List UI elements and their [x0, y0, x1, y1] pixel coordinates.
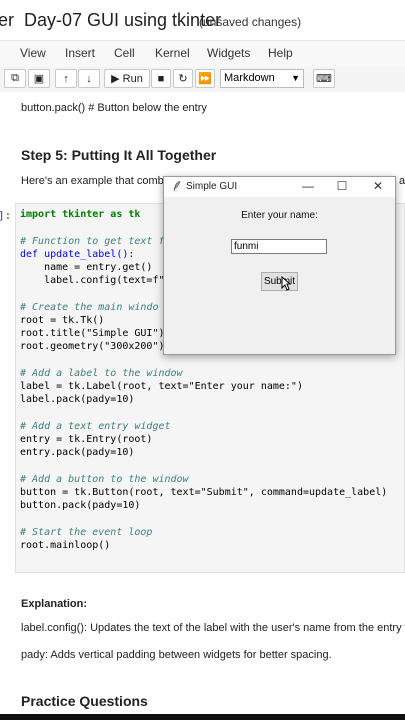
- save-status: (unsaved changes): [199, 15, 302, 29]
- cell-prompt: ]:: [0, 209, 12, 222]
- code-line: root.mainloop(): [20, 540, 111, 551]
- intro-text-tail: a: [399, 175, 405, 187]
- code-comment: # Add a label to the window: [20, 368, 183, 379]
- menu-insert[interactable]: Insert: [65, 46, 95, 60]
- menu-kernel[interactable]: Kernel: [155, 46, 190, 60]
- restart-icon[interactable]: ↻: [173, 69, 193, 88]
- fast-forward-icon[interactable]: ⏩: [195, 69, 215, 88]
- tk-name-entry[interactable]: funmi: [231, 239, 327, 254]
- explanation-heading: Explanation:: [21, 598, 88, 610]
- tk-submit-button[interactable]: Submit: [261, 272, 298, 291]
- explanation-item: pady: Adds vertical padding between widg…: [21, 649, 332, 661]
- code-line: entry = tk.Entry(root): [20, 434, 153, 445]
- bottom-edge: [0, 714, 405, 720]
- markdown-line: button.pack() # Button below the entry: [21, 102, 207, 114]
- minimize-icon[interactable]: —: [300, 179, 316, 193]
- close-icon[interactable]: ✕: [370, 179, 386, 193]
- code-line: root.title("Simple GUI"): [20, 328, 165, 339]
- mouse-cursor-icon: [281, 276, 291, 291]
- practice-heading: Practice Questions: [21, 693, 148, 709]
- code-comment: # Create the main windo: [20, 302, 159, 313]
- menu-widgets[interactable]: Widgets: [207, 46, 250, 60]
- run-button[interactable]: ▶ Run: [104, 69, 150, 88]
- menu-bar: View Insert Cell Kernel Widgets Help: [0, 40, 405, 69]
- menu-help[interactable]: Help: [268, 46, 293, 60]
- app-name-partial: er: [0, 10, 15, 30]
- maximize-icon[interactable]: ☐: [334, 179, 350, 193]
- copy-icon[interactable]: ⧉: [4, 69, 26, 88]
- menu-view[interactable]: View: [20, 46, 46, 60]
- cell-type-value: Markdown: [224, 72, 275, 84]
- code-comment: # Add a button to the window: [20, 474, 189, 485]
- feather-icon: [173, 180, 181, 191]
- chevron-down-icon: ▼: [291, 73, 300, 83]
- toolbar: ⧉ ▣ ↑ ↓ ▶ Run ■ ↻ ⏩ Markdown ▼ ⌨: [0, 67, 405, 93]
- code-line: root = tk.Tk(): [20, 315, 105, 326]
- stop-icon[interactable]: ■: [151, 69, 171, 88]
- step-heading: Step 5: Putting It All Together: [21, 147, 217, 163]
- run-label: Run: [122, 72, 143, 85]
- tk-name-label: Enter your name:: [241, 210, 318, 221]
- code-comment: # Function to get text f: [20, 236, 165, 247]
- keyboard-icon[interactable]: ⌨: [313, 69, 335, 88]
- code-comment: # Start the event loop: [20, 527, 153, 538]
- code-line: button = tk.Button(root, text="Submit", …: [20, 487, 388, 498]
- tk-window-title: Simple GUI: [186, 181, 238, 192]
- code-line: button.pack(pady=10): [20, 500, 141, 511]
- code-line: label.config(text=f": [20, 275, 165, 286]
- code-comment: # Add a text entry widget: [20, 421, 171, 432]
- code-line: import tkinter as tk: [20, 209, 141, 220]
- code-line: def update_label():: [20, 249, 135, 260]
- code-line: name = entry.get(): [20, 262, 153, 273]
- tk-titlebar[interactable]: Simple GUI — ☐ ✕: [164, 177, 395, 197]
- menu-cell[interactable]: Cell: [114, 46, 135, 60]
- move-up-icon[interactable]: ↑: [55, 69, 77, 88]
- notebook-title[interactable]: Day-07 GUI using tkinter: [24, 10, 221, 31]
- code-line: label.pack(pady=10): [20, 394, 135, 405]
- paste-icon[interactable]: ▣: [28, 69, 50, 88]
- tk-window[interactable]: Simple GUI — ☐ ✕ Enter your name: funmi …: [163, 176, 396, 355]
- intro-text: Here's an example that comb: [21, 175, 164, 187]
- code-line: entry.pack(pady=10): [20, 447, 135, 458]
- explanation-item: label.config(): Updates the text of the …: [21, 622, 405, 634]
- run-icon: ▶: [111, 73, 123, 85]
- code-line: label = tk.Label(root, text="Enter your …: [20, 381, 303, 392]
- code-line: root.geometry("300x200"): [20, 341, 165, 352]
- cell-type-select[interactable]: Markdown ▼: [220, 69, 304, 88]
- move-down-icon[interactable]: ↓: [78, 69, 100, 88]
